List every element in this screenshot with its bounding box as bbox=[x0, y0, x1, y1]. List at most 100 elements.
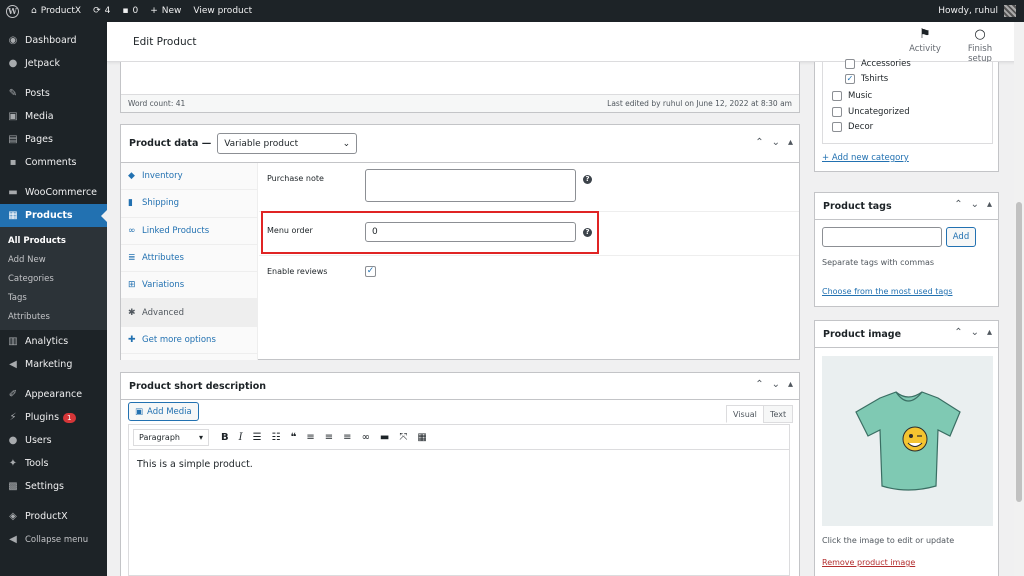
menu-label: Media bbox=[25, 111, 54, 122]
add-tag-button[interactable]: Add bbox=[946, 227, 976, 247]
align-center-icon[interactable]: ≡ bbox=[325, 432, 333, 443]
bullet-list-icon[interactable]: ☰ bbox=[253, 432, 262, 443]
wp-logo-menu[interactable]: W bbox=[0, 0, 25, 22]
toggle-arrow-icon[interactable]: ▴ bbox=[788, 137, 793, 148]
menu-appearance[interactable]: ✐ Appearance bbox=[0, 383, 107, 406]
submenu-categories[interactable]: Categories bbox=[0, 269, 107, 288]
menu-marketing[interactable]: ◀ Marketing bbox=[0, 353, 107, 376]
menu-pages[interactable]: ▤ Pages bbox=[0, 128, 107, 151]
tag-input[interactable] bbox=[822, 227, 942, 247]
enable-reviews-checkbox[interactable]: ✓ bbox=[365, 266, 376, 277]
tab-advanced[interactable]: ✱ Advanced bbox=[121, 299, 257, 327]
purchase-note-textarea[interactable] bbox=[365, 169, 576, 202]
menu-woocommerce[interactable]: ▬ WooCommerce bbox=[0, 181, 107, 204]
comments-link[interactable]: ▪ 0 bbox=[116, 0, 144, 22]
collapse-menu[interactable]: ◀ Collapse menu bbox=[0, 528, 107, 551]
short-description-content[interactable]: This is a simple product. bbox=[128, 450, 790, 576]
menu-users[interactable]: ● Users bbox=[0, 429, 107, 452]
menu-analytics[interactable]: ▥ Analytics bbox=[0, 330, 107, 353]
remove-product-image-link[interactable]: Remove product image bbox=[822, 558, 915, 567]
read-more-icon[interactable]: ▬ bbox=[380, 432, 389, 443]
chevron-up-icon[interactable]: ⌃ bbox=[755, 379, 763, 390]
product-type-select[interactable]: Variable product ⌄ bbox=[217, 133, 358, 154]
new-content-link[interactable]: + New bbox=[144, 0, 187, 22]
add-media-button[interactable]: ▣ Add Media bbox=[128, 402, 199, 421]
tab-variations[interactable]: ⊞ Variations bbox=[121, 272, 257, 300]
menu-dashboard[interactable]: ◉ Dashboard bbox=[0, 29, 107, 52]
category-decor[interactable]: Decor bbox=[832, 122, 873, 132]
align-left-icon[interactable]: ≡ bbox=[306, 432, 314, 443]
toggle-arrow-icon[interactable]: ▴ bbox=[987, 199, 992, 210]
tab-visual[interactable]: Visual bbox=[726, 405, 764, 423]
menu-settings[interactable]: ▩ Settings bbox=[0, 475, 107, 498]
menu-jetpack[interactable]: ● Jetpack bbox=[0, 52, 107, 75]
category-checkbox[interactable] bbox=[832, 122, 842, 132]
submenu-attributes[interactable]: Attributes bbox=[0, 307, 107, 326]
link-icon[interactable]: ∞ bbox=[362, 432, 370, 443]
toggle-arrow-icon[interactable]: ▴ bbox=[788, 379, 793, 390]
category-music[interactable]: Music bbox=[832, 91, 872, 101]
category-checkbox[interactable] bbox=[832, 91, 842, 101]
site-name: ProductX bbox=[40, 6, 82, 16]
category-accessories[interactable]: Accessories bbox=[845, 59, 911, 69]
blockquote-icon[interactable]: ❝ bbox=[291, 432, 297, 443]
chevron-down-icon[interactable]: ⌄ bbox=[772, 379, 780, 390]
tshirt-image bbox=[855, 391, 961, 491]
menu-products[interactable]: ▦ Products bbox=[0, 204, 107, 227]
tags-hint: Separate tags with commas bbox=[822, 258, 935, 267]
my-account[interactable]: Howdy, ruhul bbox=[938, 5, 1024, 17]
page-scrollbar[interactable] bbox=[1014, 22, 1024, 576]
category-uncategorized[interactable]: Uncategorized bbox=[832, 107, 910, 117]
chevron-up-icon[interactable]: ⌃ bbox=[954, 327, 962, 338]
tab-get-more-options[interactable]: ✚ Get more options bbox=[121, 327, 257, 355]
view-product-link[interactable]: View product bbox=[187, 0, 258, 22]
updates-link[interactable]: ⟳ 4 bbox=[87, 0, 116, 22]
italic-icon[interactable]: I bbox=[239, 432, 243, 443]
product-data-label: Product data — bbox=[129, 138, 212, 149]
category-checkbox[interactable] bbox=[832, 107, 842, 117]
choose-most-used-tags-link[interactable]: Choose from the most used tags bbox=[822, 287, 953, 296]
help-icon[interactable]: ? bbox=[583, 175, 592, 184]
woocommerce-header: Edit Product ⚑ Activity ○ Finish setup bbox=[107, 22, 1024, 64]
menu-plugins[interactable]: ⚡ Plugins 1 bbox=[0, 406, 107, 429]
toolbar-toggle-icon[interactable]: ▦ bbox=[417, 432, 426, 443]
menu-tools[interactable]: ✦ Tools bbox=[0, 452, 107, 475]
chevron-down-icon[interactable]: ⌄ bbox=[772, 137, 780, 148]
tab-attributes[interactable]: ≣ Attributes bbox=[121, 245, 257, 273]
submenu-add-new[interactable]: Add New bbox=[0, 250, 107, 269]
numbered-list-icon[interactable]: ☷ bbox=[272, 432, 281, 443]
submenu-all-products[interactable]: All Products bbox=[0, 231, 107, 250]
chevron-down-icon[interactable]: ⌄ bbox=[971, 327, 979, 338]
category-tshirts[interactable]: ✓ Tshirts bbox=[845, 74, 888, 84]
product-type-value: Variable product bbox=[224, 138, 299, 149]
tab-inventory[interactable]: ◆ Inventory bbox=[121, 163, 257, 191]
chevron-down-icon[interactable]: ⌄ bbox=[971, 199, 979, 210]
scrollbar-thumb[interactable] bbox=[1016, 202, 1022, 502]
menu-media[interactable]: ▣ Media bbox=[0, 105, 107, 128]
tab-shipping[interactable]: ▮ Shipping bbox=[121, 190, 257, 218]
tab-linked-products[interactable]: ∞ Linked Products bbox=[121, 218, 257, 245]
category-checkbox[interactable]: ✓ bbox=[845, 74, 855, 84]
bold-icon[interactable]: B bbox=[221, 432, 229, 443]
menu-label: ProductX bbox=[25, 511, 68, 522]
submenu-tags[interactable]: Tags bbox=[0, 288, 107, 307]
menu-productx[interactable]: ◈ ProductX bbox=[0, 505, 107, 528]
tag-icon: ◆ bbox=[128, 171, 135, 182]
align-right-icon[interactable]: ≡ bbox=[343, 432, 351, 443]
chevron-up-icon[interactable]: ⌃ bbox=[755, 137, 763, 148]
tab-text[interactable]: Text bbox=[763, 405, 794, 423]
activity-button[interactable]: ⚑ Activity bbox=[900, 27, 950, 54]
menu-comments[interactable]: ▪ Comments bbox=[0, 151, 107, 174]
fullscreen-icon[interactable]: ⤧ bbox=[399, 432, 407, 443]
category-checkbox[interactable] bbox=[845, 59, 855, 69]
category-label: Decor bbox=[848, 122, 874, 132]
product-tags-box: Product tags ⌃ ⌄ ▴ Add Separate tags wit… bbox=[814, 192, 999, 307]
finish-setup-button[interactable]: ○ Finish setup bbox=[955, 27, 1005, 64]
format-select[interactable]: Paragraph ▾ bbox=[133, 428, 209, 446]
menu-posts[interactable]: ✎ Posts bbox=[0, 82, 107, 105]
chevron-up-icon[interactable]: ⌃ bbox=[954, 199, 962, 210]
add-new-category-link[interactable]: + Add new category bbox=[822, 153, 909, 163]
product-image[interactable] bbox=[822, 356, 993, 526]
toggle-arrow-icon[interactable]: ▴ bbox=[987, 327, 992, 338]
site-name-link[interactable]: ⌂ ProductX bbox=[25, 0, 87, 22]
